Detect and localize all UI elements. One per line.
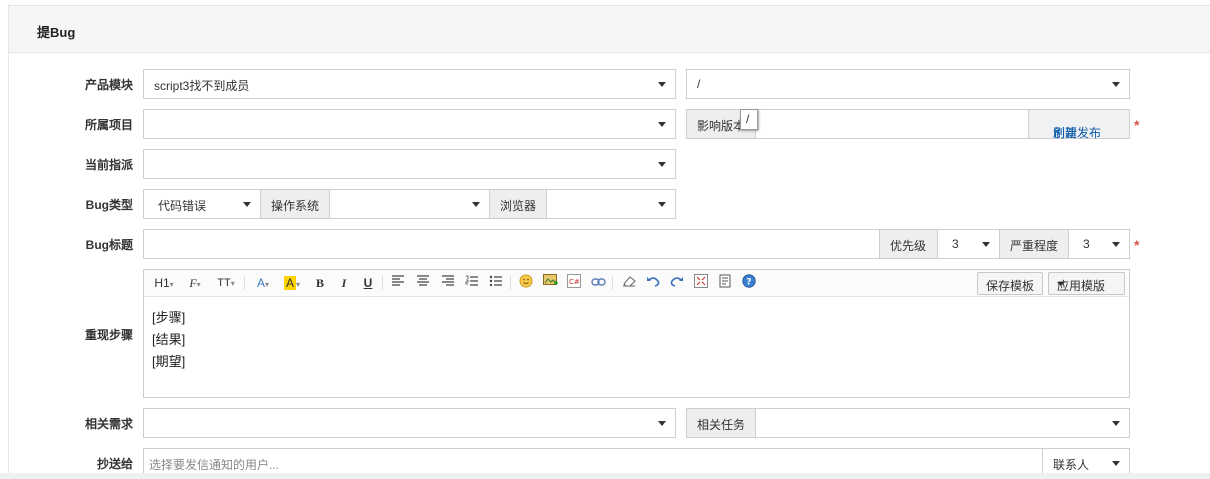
toolbar-divider [510,276,511,290]
steps-editor[interactable]: H1▾ F▾ TT▾ A▾ A ▾ B I U C# ? 保存模板 应用模版 [… [143,269,1130,398]
severity-addon: 严重程度 [999,229,1069,259]
module-path-select[interactable]: / [686,69,1130,99]
redo-icon[interactable] [668,274,686,292]
toolbar-divider [244,276,245,290]
editor-content[interactable]: [步骤] [结果] [期望] [152,307,185,373]
image-icon[interactable] [541,274,559,292]
chevron-down-icon [658,421,666,426]
bug-type-value: 代码错误 [158,199,207,213]
priority-label: 优先级 [890,239,927,253]
module-path-value: / [697,77,701,91]
font-size-button[interactable]: TT▾ [214,274,238,292]
bug-title-input[interactable] [143,229,880,259]
build-actions-addon: 创建发布 刷新 [1028,109,1130,141]
italic-button[interactable]: I [336,274,352,292]
task-select[interactable] [755,408,1130,438]
link-icon[interactable] [589,274,607,292]
required-marker: * [1134,117,1140,133]
browser-label: 浏览器 [500,199,537,213]
cc-placeholder: 选择要发信通知的用户... [149,458,280,472]
apply-template-button[interactable]: 应用模版 [1048,272,1125,295]
toolbar-divider [382,276,383,290]
caret-down-icon [1057,282,1065,286]
panel-header: 提Bug [9,6,1210,53]
task-label: 相关任务 [697,418,746,432]
editor-line: [步骤] [152,310,186,325]
chevron-down-icon [658,122,666,127]
project-label: 所属项目 [84,118,133,132]
bug-type-label: Bug类型 [85,198,133,212]
browser-addon: 浏览器 [489,189,547,219]
cc-label: 抄送给 [96,457,133,471]
priority-select[interactable]: 3 [937,229,1000,259]
ordered-list-icon[interactable] [463,274,481,292]
os-label: 操作系统 [271,199,320,213]
priority-addon: 优先级 [879,229,938,259]
chevron-down-icon [658,162,666,167]
tooltip: / [740,109,758,130]
task-addon: 相关任务 [686,408,756,438]
save-template-button[interactable]: 保存模板 [977,272,1043,295]
tooltip-text: / [746,112,750,126]
os-addon: 操作系统 [260,189,330,219]
browser-select[interactable] [546,189,676,219]
chevron-down-icon [243,202,251,207]
bug-title-label: Bug标题 [85,238,133,252]
bug-type-select[interactable]: 代码错误 [143,189,261,219]
page-title: 提Bug [37,25,76,40]
affected-build-label: 影响版本 [697,119,746,133]
fullscreen-icon[interactable] [692,274,710,292]
os-select[interactable] [329,189,490,219]
required-marker: * [1134,237,1140,253]
undo-icon[interactable] [644,274,662,292]
align-left-icon[interactable] [389,274,407,292]
heading-button[interactable]: H1▾ [152,274,176,292]
severity-label: 严重程度 [1010,239,1059,253]
story-label: 相关需求 [84,417,133,431]
chevron-down-icon [1112,461,1120,466]
editor-toolbar: H1▾ F▾ TT▾ A▾ A ▾ B I U C# ? 保存模板 应用模版 [144,270,1129,297]
svg-text:C#: C# [569,278,580,286]
svg-text:?: ? [746,278,751,288]
chevron-down-icon [1112,82,1120,87]
chevron-down-icon [982,242,990,247]
chevron-down-icon [658,82,666,87]
font-color-button[interactable]: A▾ [252,274,274,292]
chevron-down-icon [658,202,666,207]
contacts-label: 联系人 [1053,458,1090,472]
editor-line: [结果] [152,332,186,347]
module-label: 产品模块 [84,78,133,92]
bold-button[interactable]: B [312,274,328,292]
font-family-button[interactable]: F▾ [184,274,206,292]
emoticon-icon[interactable] [517,274,535,292]
toolbar-divider [612,276,613,290]
code-icon[interactable]: C# [565,274,583,292]
assign-label: 当前指派 [84,158,133,172]
chevron-down-icon [472,202,480,207]
story-select[interactable] [143,408,676,438]
assign-select[interactable] [143,149,676,179]
affected-build-select[interactable] [755,109,1029,139]
module-select[interactable]: script3找不到成员 [143,69,676,99]
chevron-down-icon [1112,242,1120,247]
help-icon[interactable]: ? [740,274,758,292]
severity-select[interactable]: 3 [1068,229,1130,259]
priority-value: 3 [952,237,959,251]
save-template-label: 保存模板 [986,279,1035,293]
module-value: script3找不到成员 [154,79,250,93]
underline-button[interactable]: U [360,274,376,292]
bottom-shade [0,473,1210,479]
template-icon[interactable] [716,274,734,292]
refresh-link[interactable]: 刷新 [1053,124,1077,141]
align-right-icon[interactable] [439,274,457,292]
eraser-icon[interactable] [620,274,638,292]
steps-label: 重现步骤 [84,328,133,342]
bullet-list-icon[interactable] [487,274,505,292]
chevron-down-icon [1112,421,1120,426]
editor-line: [期望] [152,354,186,369]
align-center-icon[interactable] [414,274,432,292]
project-select[interactable] [143,109,676,139]
background-color-button[interactable]: A ▾ [280,274,304,292]
severity-value: 3 [1083,237,1090,251]
